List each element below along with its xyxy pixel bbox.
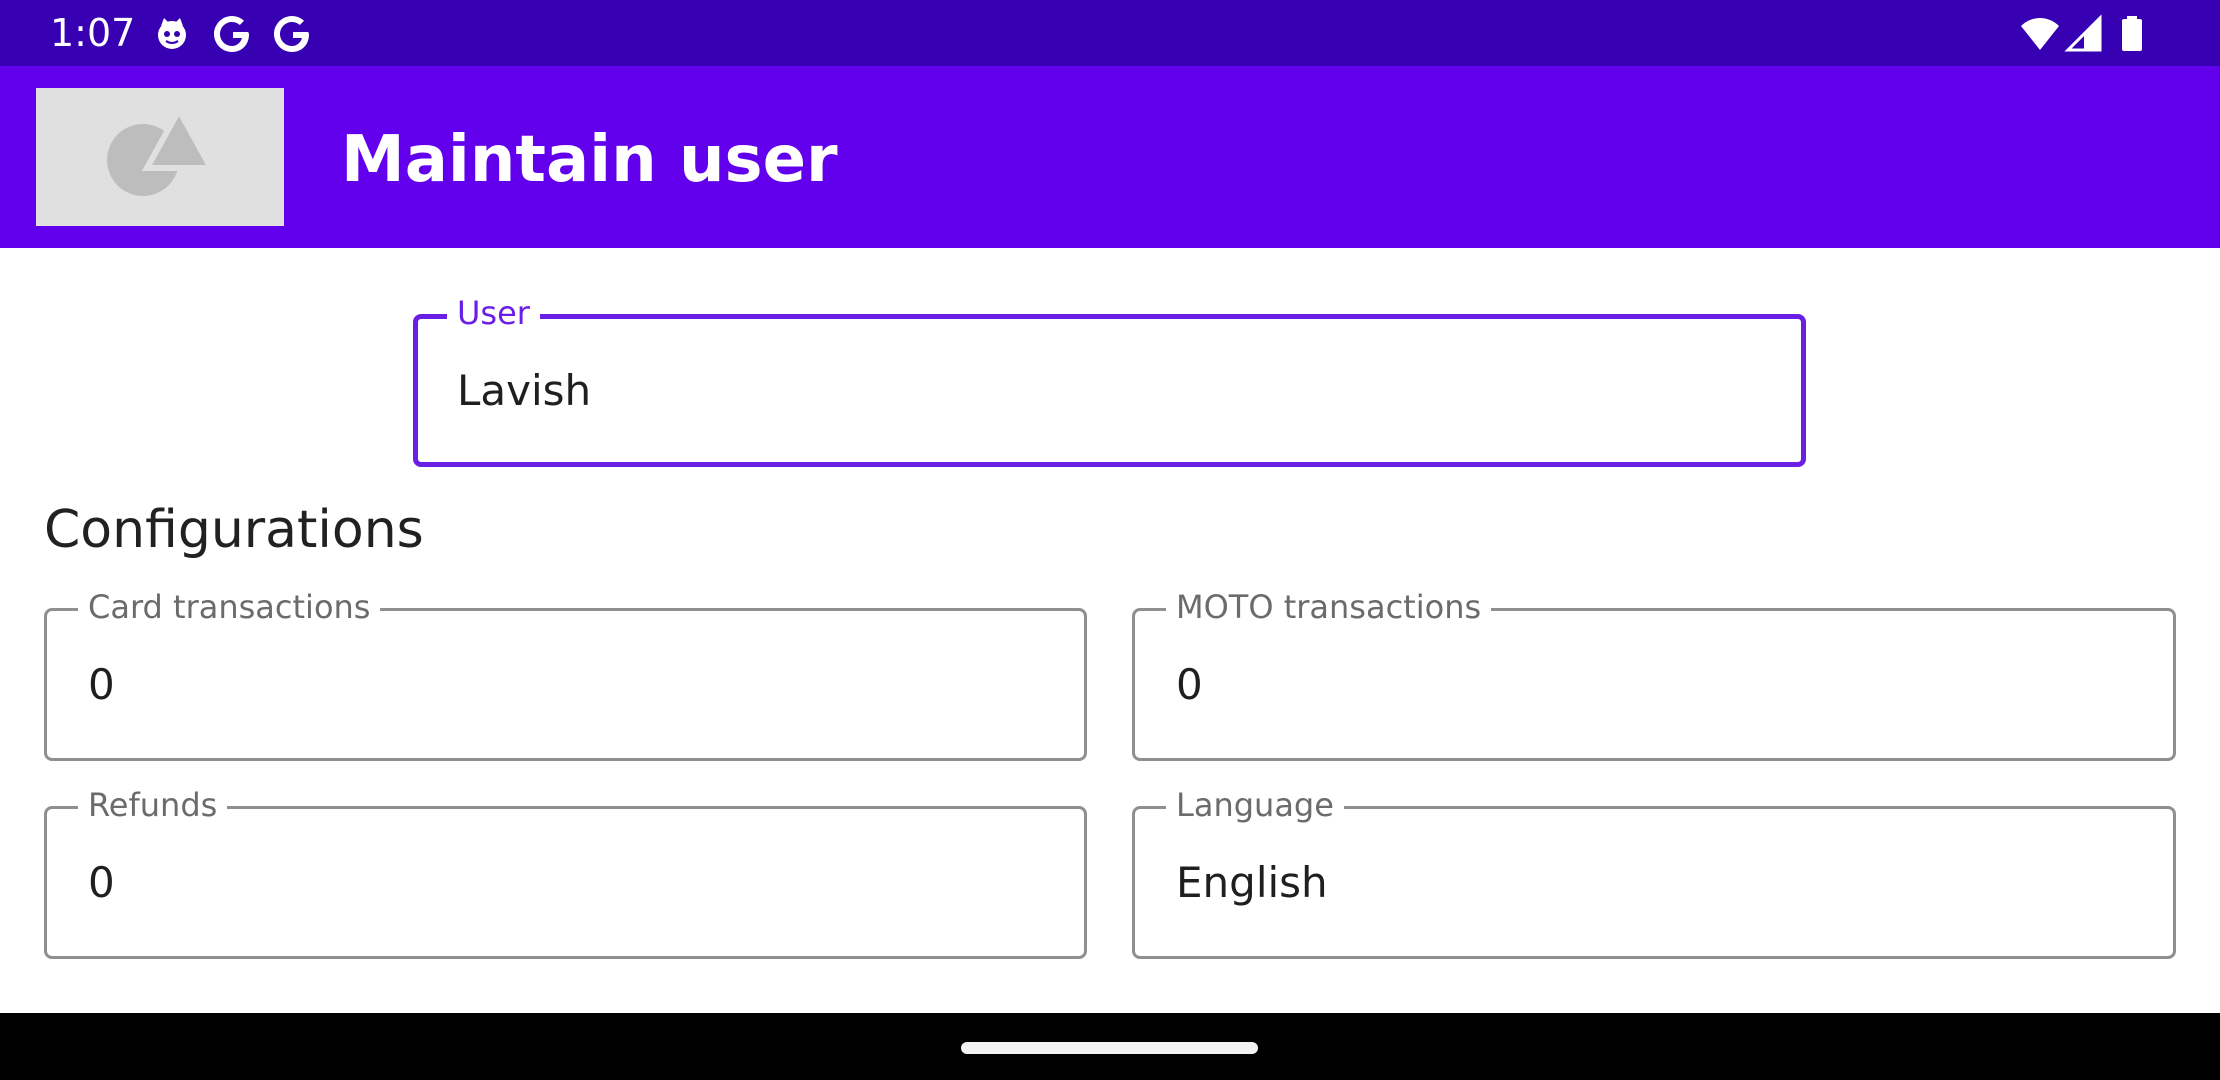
wifi-icon bbox=[2021, 18, 2059, 50]
status-bar: 1:07 bbox=[0, 0, 2220, 66]
card-transactions-value[interactable]: 0 bbox=[88, 608, 115, 761]
navigation-bar bbox=[0, 1013, 2220, 1080]
google-icon bbox=[274, 16, 309, 52]
card-transactions-label: Card transactions bbox=[78, 588, 381, 626]
moto-transactions-label: MOTO transactions bbox=[1166, 588, 1492, 626]
user-field[interactable]: User Lavish bbox=[413, 294, 1806, 467]
google-icon bbox=[214, 16, 249, 52]
card-transactions-outline bbox=[44, 608, 1087, 761]
refunds-field[interactable]: Refunds 0 bbox=[44, 786, 1087, 959]
moto-transactions-outline bbox=[1132, 608, 2176, 761]
card-transactions-field[interactable]: Card transactions 0 bbox=[44, 588, 1087, 761]
status-time: 1:07 bbox=[50, 11, 136, 55]
refunds-outline bbox=[44, 806, 1087, 959]
configurations-heading: Configurations bbox=[44, 500, 424, 560]
page-title: Maintain user bbox=[341, 123, 838, 197]
language-value[interactable]: English bbox=[1176, 806, 1328, 959]
image-placeholder-icon bbox=[36, 88, 284, 226]
cell-signal-icon bbox=[2064, 14, 2102, 52]
battery-icon bbox=[2122, 16, 2142, 51]
user-field-outline bbox=[413, 314, 1806, 467]
app-bar: Maintain user bbox=[0, 66, 2220, 248]
home-gesture-handle[interactable] bbox=[961, 1042, 1258, 1054]
user-field-value[interactable]: Lavish bbox=[457, 314, 591, 467]
moto-transactions-field[interactable]: MOTO transactions 0 bbox=[1132, 588, 2176, 761]
refunds-value[interactable]: 0 bbox=[88, 806, 115, 959]
language-field[interactable]: Language English bbox=[1132, 786, 2176, 959]
cat-notification-icon bbox=[158, 18, 186, 49]
moto-transactions-value[interactable]: 0 bbox=[1176, 608, 1203, 761]
